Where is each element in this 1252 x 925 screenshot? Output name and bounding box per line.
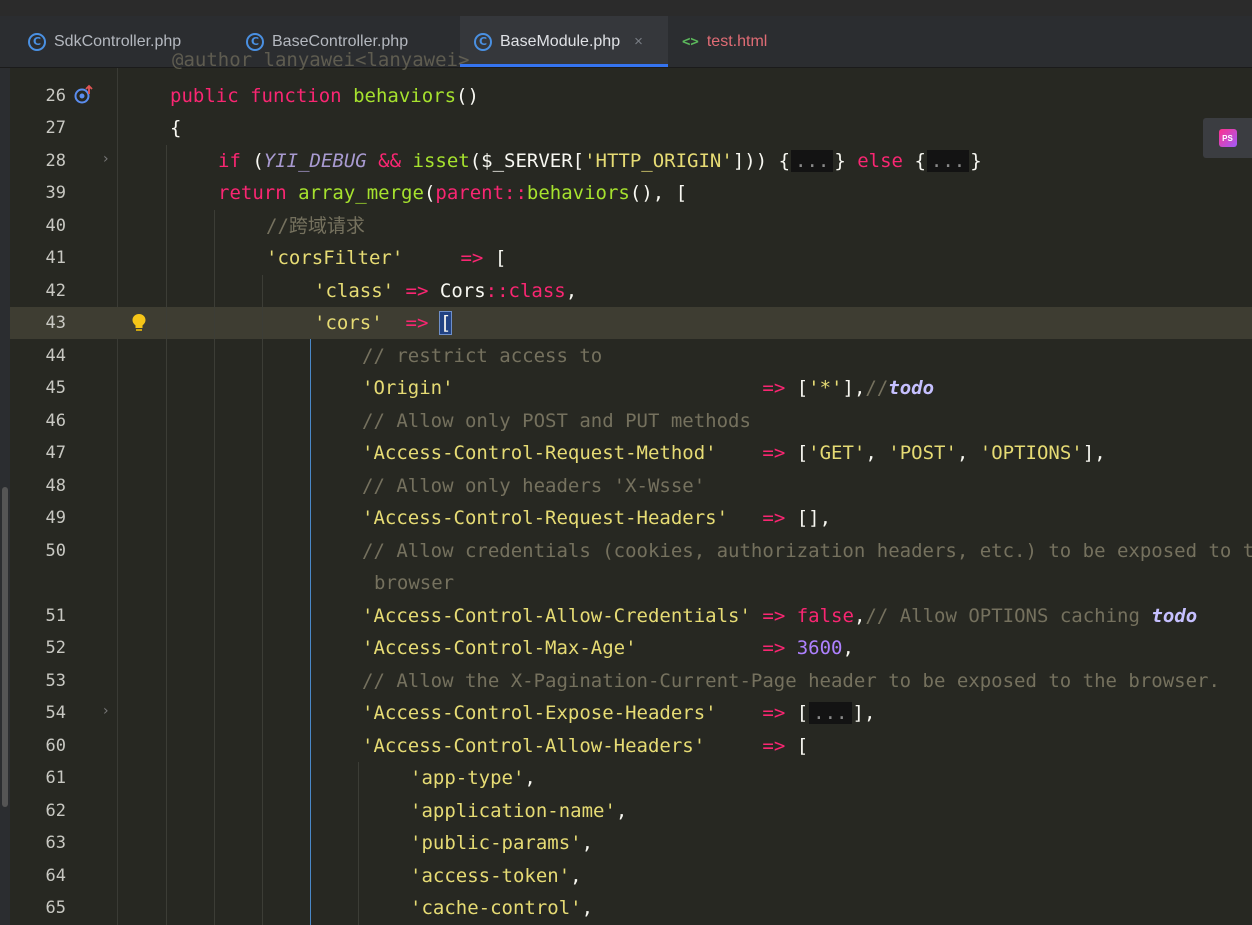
close-icon[interactable]: × [634, 33, 643, 50]
code-line-26[interactable]: public function behaviors() [118, 80, 1252, 112]
line-number: 65 [45, 898, 66, 918]
code-line-50[interactable]: // Allow credentials (cookies, authoriza… [118, 535, 1252, 567]
code-line-46[interactable]: // Allow only POST and PUT methods [118, 405, 1252, 437]
code-line-51[interactable]: 'Access-Control-Allow-Credentials' => fa… [118, 600, 1252, 632]
line-number: 48 [45, 476, 66, 496]
line-number: 47 [45, 443, 66, 463]
line-number: 39 [45, 183, 66, 203]
line-number: 63 [45, 833, 66, 853]
tab-label: SdkController.php [54, 32, 182, 50]
line-number: 61 [45, 768, 66, 788]
code-line-50-wrap[interactable]: browser [118, 567, 1252, 599]
tab-label: BaseController.php [272, 32, 409, 50]
code-line-43[interactable]: 'cors' => [ [118, 307, 1252, 339]
line-number: 62 [45, 801, 66, 821]
code-line-28[interactable]: if (YII_DEBUG && isset($_SERVER['HTTP_OR… [118, 145, 1252, 177]
code-line-27[interactable]: { [118, 112, 1252, 144]
code-line-45[interactable]: 'Origin' => ['*'],//todo [118, 372, 1252, 404]
line-number: 46 [45, 411, 66, 431]
html-file-icon: <> [682, 33, 699, 50]
code-line-64[interactable]: 'access-token', [118, 860, 1252, 892]
fold-expand-icon[interactable]: › [103, 703, 109, 719]
fold-expand-icon[interactable]: › [103, 151, 109, 167]
folded-block[interactable]: ... [809, 702, 852, 724]
doc-comment-partial: @author lanyawei<lanyawei> [172, 50, 470, 70]
line-number: 60 [45, 736, 66, 756]
line-number: 44 [45, 346, 66, 366]
code-line-63[interactable]: 'public-params', [118, 827, 1252, 859]
line-number: 49 [45, 508, 66, 528]
code-line-62[interactable]: 'application-name', [118, 795, 1252, 827]
code-line-60[interactable]: 'Access-Control-Allow-Headers' => [ [118, 730, 1252, 762]
line-number: 41 [45, 248, 66, 268]
code-line-48[interactable]: // Allow only headers 'X-Wsse' [118, 470, 1252, 502]
line-number: 40 [45, 216, 66, 236]
code-line-47[interactable]: 'Access-Control-Request-Method' => ['GET… [118, 437, 1252, 469]
code-line-41[interactable]: 'corsFilter' => [ [118, 242, 1252, 274]
line-number: 50 [45, 541, 66, 561]
title-strip [0, 0, 1252, 17]
phpstorm-logo: PS [1218, 129, 1237, 147]
tab-label: BaseModule.php [500, 32, 621, 50]
line-number: 42 [45, 281, 66, 301]
line-number: 27 [45, 118, 66, 138]
php-class-icon: C [28, 32, 46, 51]
line-number: 28 [45, 151, 66, 171]
code-line-53[interactable]: // Allow the X-Pagination-Current-Page h… [118, 665, 1252, 697]
line-number: 26 [45, 86, 66, 106]
code-line-65[interactable]: 'cache-control', [118, 892, 1252, 924]
code-line-54[interactable]: 'Access-Control-Expose-Headers' => [...]… [118, 697, 1252, 729]
line-number: 54 [45, 703, 66, 723]
line-number: 51 [45, 606, 66, 626]
code-line-39[interactable]: return array_merge(parent::behaviors(), … [118, 177, 1252, 209]
overrides-method-icon[interactable] [74, 84, 94, 106]
line-number: 53 [45, 671, 66, 691]
code-line-42[interactable]: 'class' => Cors::class, [118, 275, 1252, 307]
line-number: 45 [45, 378, 66, 398]
php-class-icon: C [246, 32, 264, 51]
code-line-40[interactable]: //跨域请求 [118, 210, 1252, 242]
phpstorm-icon[interactable]: PS [1203, 118, 1252, 158]
scrollbar[interactable] [2, 487, 8, 807]
code-line-61[interactable]: 'app-type', [118, 762, 1252, 794]
folded-block[interactable]: ... [926, 150, 970, 172]
tab-label: test.html [706, 32, 768, 50]
code-line-52[interactable]: 'Access-Control-Max-Age' => 3600, [118, 632, 1252, 664]
code-line-49[interactable]: 'Access-Control-Request-Headers' => [], [118, 502, 1252, 534]
php-class-icon: C [474, 32, 492, 51]
line-number: 43 [45, 313, 66, 333]
code-line-44[interactable]: // restrict access to [118, 340, 1252, 372]
folded-block[interactable]: ... [791, 150, 834, 172]
matched-bracket: [ [438, 311, 453, 335]
line-number: 52 [45, 638, 66, 658]
line-number: 64 [45, 866, 66, 886]
